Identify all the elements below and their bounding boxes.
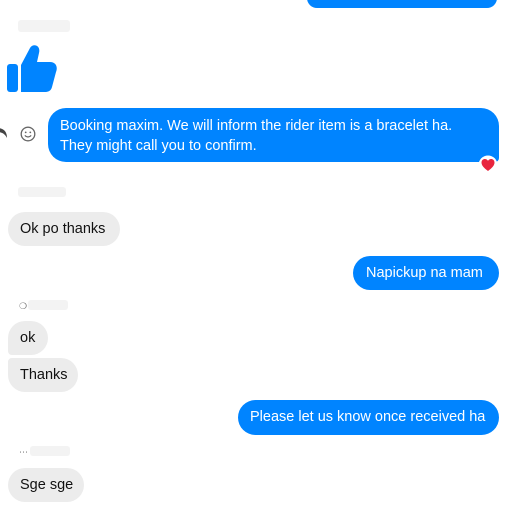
message-outgoing[interactable]: Booking maxim. We will inform the rider … (48, 108, 499, 162)
message-incoming[interactable]: Ok po thanks (8, 212, 120, 246)
sender-name-blurred (18, 187, 66, 197)
message-outgoing[interactable]: Napickup na mam (353, 256, 499, 290)
sender-name-blurred (18, 20, 70, 32)
thumbs-up-icon[interactable] (6, 44, 58, 94)
message-incoming[interactable]: Thanks (8, 358, 78, 392)
previous-outgoing-bubble (307, 0, 497, 8)
sender-name-blurred (30, 446, 70, 456)
message-outgoing[interactable]: Please let us know once received ha (238, 400, 499, 435)
sender-avatar-blurred: ⋯ (19, 447, 28, 457)
sender-name-blurred (28, 300, 68, 310)
reply-arrow-icon[interactable] (0, 124, 8, 140)
heart-icon[interactable] (478, 155, 498, 175)
sender-avatar-blurred: ❍ (19, 301, 28, 311)
message-incoming[interactable]: Sge sge (8, 468, 84, 502)
react-smiley-icon[interactable] (20, 126, 36, 142)
message-incoming[interactable]: ok (8, 321, 48, 355)
